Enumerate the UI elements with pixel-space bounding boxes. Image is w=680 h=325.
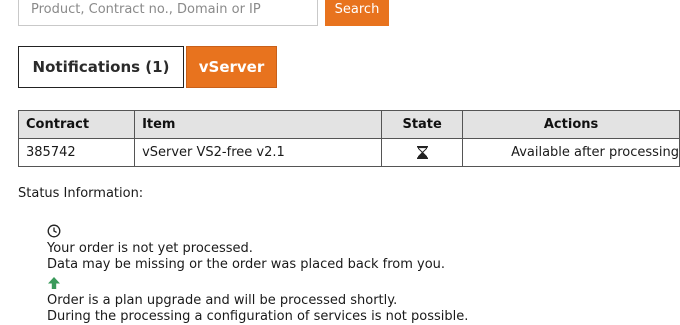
table-header-row: Contract Item State Actions	[17, 110, 680, 139]
arrow-up-icon	[48, 277, 60, 289]
column-header-state[interactable]: State	[381, 110, 464, 139]
status-item-upgrade: Order is a plan upgrade and will be proc…	[47, 276, 468, 325]
table-row: 385742 vServer VS2-free v2.1 Available a…	[17, 138, 680, 167]
contract-number[interactable]: 385742	[17, 138, 136, 167]
status-text-line: Data may be missing or the order was pla…	[47, 257, 446, 272]
contracts-table: Contract Item State Actions 385742 vServ…	[17, 110, 680, 167]
status-item-not-processed: Your order is not yet processed. Data ma…	[47, 224, 445, 273]
search-input[interactable]	[18, 0, 318, 26]
state-cell	[381, 138, 464, 167]
status-text-line: Your order is not yet processed.	[47, 241, 253, 256]
status-information-title: Status Information:	[18, 186, 144, 201]
tab-vserver[interactable]: vServer	[186, 46, 277, 88]
hourglass-icon	[416, 146, 428, 159]
column-header-contract[interactable]: Contract	[17, 110, 136, 139]
search-button[interactable]: Search	[325, 0, 389, 26]
tab-notifications[interactable]: Notifications (1)	[18, 46, 184, 88]
column-header-actions: Actions	[462, 110, 680, 139]
clock-icon	[47, 224, 61, 238]
column-header-item[interactable]: Item	[134, 110, 383, 139]
actions-cell: Available after processing	[462, 138, 680, 167]
status-text-line: Order is a plan upgrade and will be proc…	[47, 293, 398, 308]
item-name: vServer VS2-free v2.1	[134, 138, 383, 167]
status-text-line: During the processing a configuration of…	[47, 309, 469, 324]
